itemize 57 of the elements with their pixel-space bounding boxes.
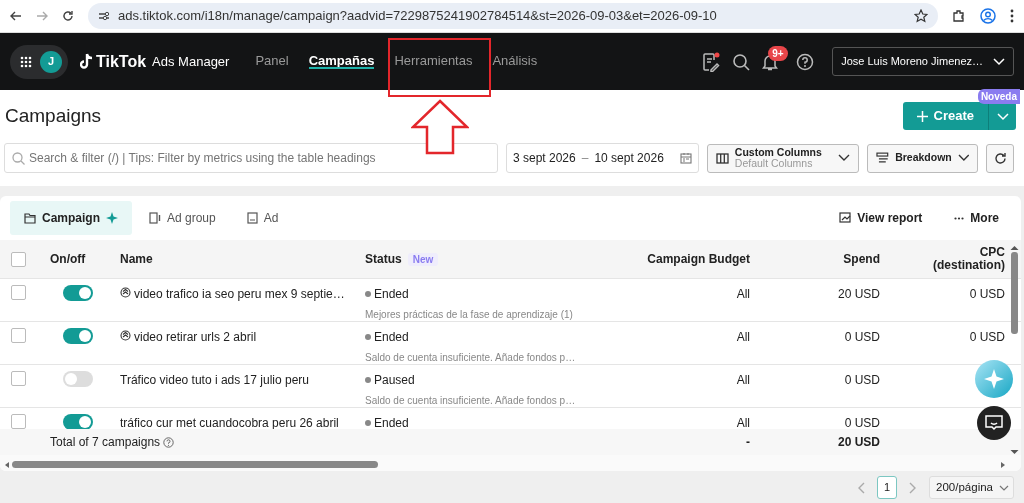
campaign-name[interactable]: tráfico cur met cuandocobra peru 26 abril (120, 414, 339, 429)
table-cell: All (736, 287, 750, 301)
table-cell: All (736, 373, 750, 387)
status-text: Ended (374, 329, 409, 346)
table-cell: 0 USD (844, 373, 880, 387)
column-header: On/off (50, 252, 86, 266)
status-note: Mejores prácticas de la fase de aprendizaje (1) (365, 308, 574, 322)
search-field[interactable]: Search & filter (/) | Tips: Filter by metrics using the table headings (4, 143, 498, 173)
view-report-button[interactable]: View report (825, 201, 937, 235)
total-cell: 20 USD (837, 435, 880, 449)
more-button[interactable]: More (954, 201, 999, 235)
table-cell: All (736, 330, 750, 344)
notification-badge: 9+ (768, 46, 788, 62)
account-dropdown[interactable]: Jose Luis Moreno Jimenez… (832, 47, 1014, 76)
table-cell: 0 USD (969, 287, 1005, 301)
column-header: Name (120, 252, 153, 266)
campaign-name[interactable]: video retirar urls 2 abril (134, 328, 257, 346)
status-text: Paused (374, 372, 415, 389)
new-tag: Noveda (977, 89, 1020, 104)
level-tab[interactable]: Campaign (10, 201, 132, 235)
page-number[interactable]: 1 (876, 476, 898, 499)
nav-tab[interactable]: Herramientas (394, 33, 473, 90)
product-name: Ads Manager (152, 52, 230, 71)
status-text: Ended (374, 415, 409, 429)
breakdown-dropdown[interactable]: Breakdown (867, 143, 979, 173)
page-title: Campaigns (5, 103, 102, 128)
level-tab[interactable]: Ad group (135, 201, 230, 235)
url-text: ads.tiktok.com/i18n/manage/campaign?aadvid=7229875241902784514&st=2026-09-03&et=2026-09-10 (118, 7, 717, 26)
column-header: Spend (843, 252, 880, 266)
nav-tab[interactable]: Panel (255, 33, 289, 90)
campaign-name[interactable]: Tráfico video tuto i ads 17 julio peru (120, 371, 309, 389)
address-bar[interactable]: ads.tiktok.com/i18n/manage/campaign?aadvid=7229875241902784514&st=2026-09-03&et=2026-09-10 (88, 3, 938, 29)
campaign-name[interactable]: video trafico ia seo peru mex 9 septie… (134, 285, 345, 303)
total-cell: - (746, 435, 750, 449)
date-text: 3 sept 2026 (513, 150, 576, 167)
table-cell: 20 USD (837, 287, 880, 301)
logo-text: TikTok (96, 51, 147, 72)
level-tab[interactable]: Ad (232, 201, 293, 235)
table-cell: 0 USD (844, 330, 880, 344)
nav-tab[interactable]: Análisis (492, 33, 538, 90)
column-header: CPC (destination) (932, 245, 1005, 273)
column-header: Status (365, 252, 402, 266)
table-cell: All (736, 416, 750, 429)
status-note: Saldo de cuenta insuficiente. Añade fondos p… (365, 394, 577, 408)
new-badge: New (407, 253, 439, 266)
status-text: Ended (374, 286, 409, 303)
date-text: 10 sept 2026 (594, 150, 664, 167)
page-size-dropdown[interactable]: 200/página (929, 476, 1014, 500)
status-note: Saldo de cuenta insuficiente. Añade fondos p… (365, 351, 577, 365)
nav-tab[interactable]: Campañas (308, 33, 375, 90)
date-range-picker[interactable]: 3 sept 2026 – 10 sept 2026 (506, 143, 699, 173)
table-cell: 0 USD (969, 330, 1005, 344)
total-label: Total of 7 campaigns (50, 434, 161, 451)
custom-columns-dropdown[interactable]: Custom Columns Default Columns (706, 143, 860, 173)
date-separator: – (581, 150, 589, 167)
table-cell: 0 USD (844, 416, 880, 429)
column-header: Campaign Budget (647, 252, 750, 266)
